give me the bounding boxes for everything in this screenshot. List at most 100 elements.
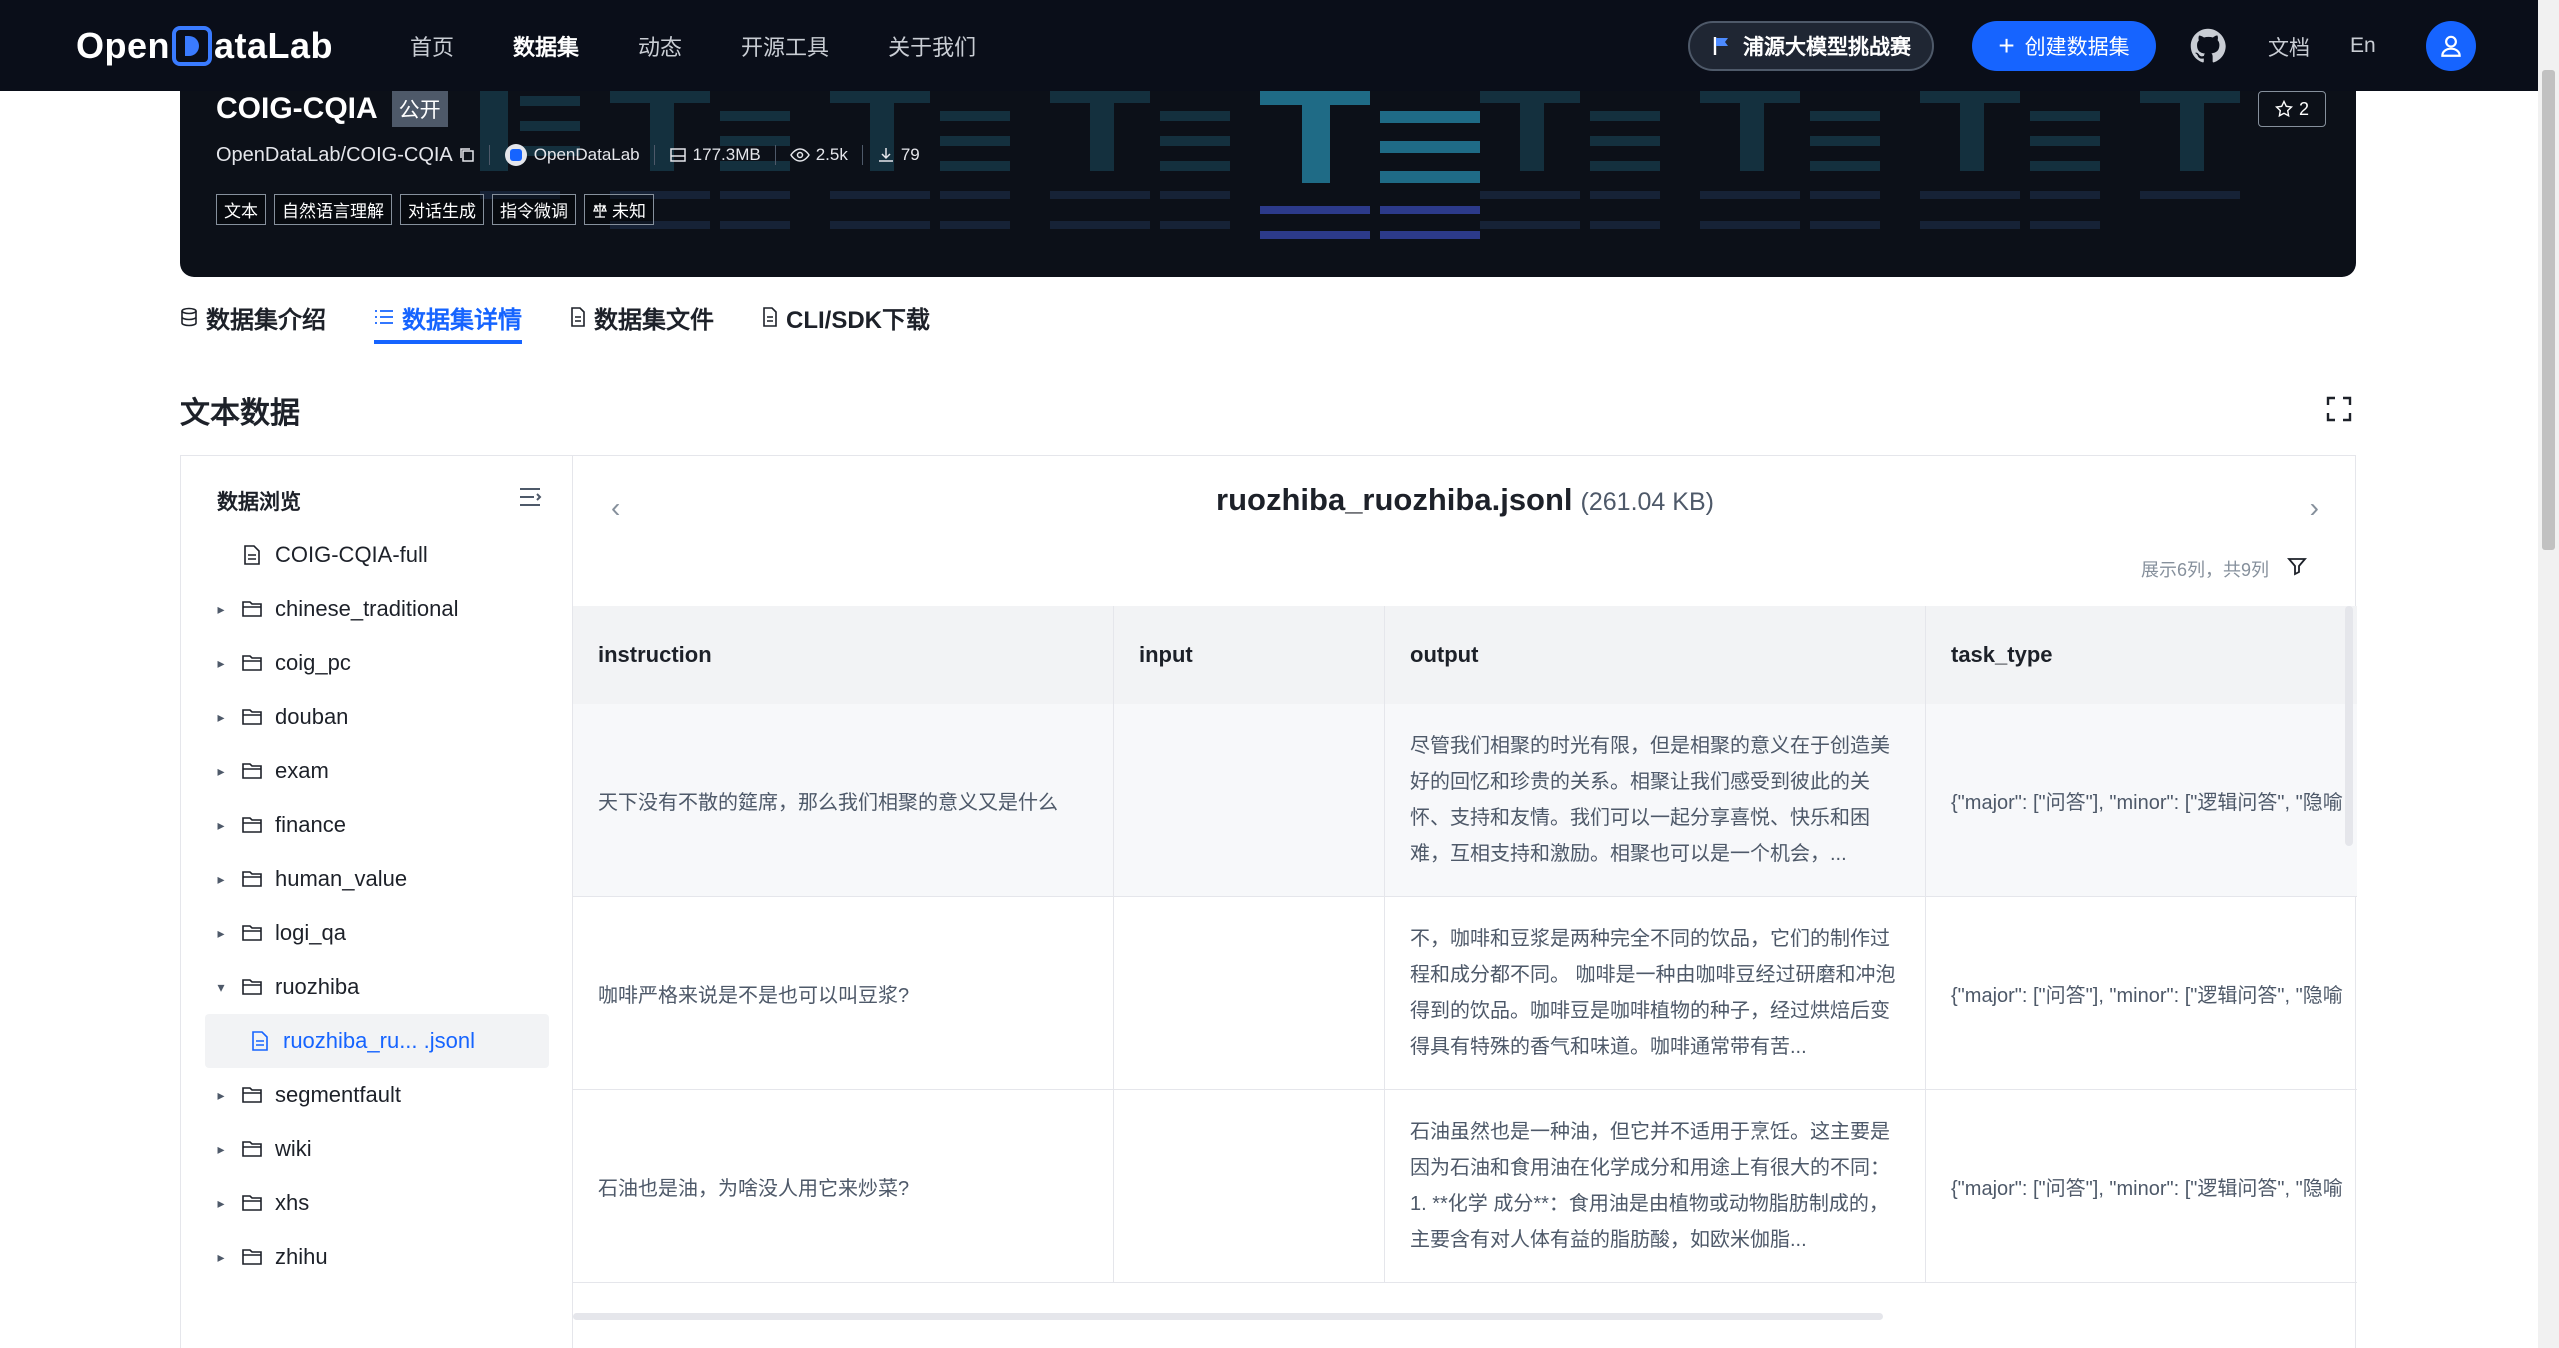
nav-item-home[interactable]: 首页 xyxy=(410,30,454,62)
caret-right-icon[interactable]: ▸ xyxy=(209,1087,233,1104)
tag[interactable]: 文本 xyxy=(216,194,266,225)
tree-item-douban[interactable]: ▸ douban xyxy=(205,690,549,744)
download-count: 79 xyxy=(877,145,920,165)
user-avatar[interactable] xyxy=(2426,21,2476,71)
tree-item-coig-cqia-full[interactable]: COIG-CQIA-full xyxy=(205,528,549,582)
tree-item-segmentfault[interactable]: ▸ segmentfault xyxy=(205,1068,549,1122)
page-scrollbar[interactable] xyxy=(2538,0,2559,1348)
language-switch[interactable]: En xyxy=(2350,34,2376,58)
create-dataset-button[interactable]: + 创建数据集 xyxy=(1972,21,2156,71)
tree-item-coig-pc[interactable]: ▸ coig_pc xyxy=(205,636,549,690)
tree-item-label: wiki xyxy=(275,1136,312,1161)
collapse-menu-icon[interactable] xyxy=(518,486,542,508)
challenge-button[interactable]: 浦源大模型挑战赛 xyxy=(1688,21,1934,71)
tab-details[interactable]: 数据集详情 xyxy=(374,292,522,344)
tab-cli-sdk[interactable]: CLI/SDK下载 xyxy=(762,292,930,342)
nav-item-tools[interactable]: 开源工具 xyxy=(741,30,829,62)
tree-item-xhs[interactable]: ▸ xhs xyxy=(205,1176,549,1230)
cell-output: 尽管我们相聚的时光有限，但是相聚的意义在于创造美好的回忆和珍贵的关系。相聚让我们… xyxy=(1385,704,1926,896)
star-button[interactable]: 2 xyxy=(2258,91,2326,127)
caret-right-icon[interactable]: ▸ xyxy=(209,1141,233,1158)
caret-right-icon[interactable]: ▸ xyxy=(209,871,233,888)
caret-right-icon[interactable]: ▸ xyxy=(209,601,233,618)
table-horizontal-scrollbar[interactable] xyxy=(573,1311,2357,1321)
repo-path-text: OpenDataLab/COIG-CQIA xyxy=(216,143,453,166)
caret-right-icon[interactable]: ▸ xyxy=(209,655,233,672)
hero-background-pattern xyxy=(480,91,2240,239)
page-scrollbar-thumb[interactable] xyxy=(2542,70,2555,550)
nav-docs-link[interactable]: 文档 xyxy=(2268,32,2310,62)
dataset-tabs: 数据集介绍 数据集详情 数据集文件 CLI/SDK下载 xyxy=(180,292,978,352)
logo[interactable]: Open ataLab xyxy=(76,24,333,68)
table-row[interactable]: 石油也是油，为啥没人用它来炒菜? 石油虽然也是一种油，但它并不适用于烹饪。这主要… xyxy=(573,1090,2357,1283)
tag[interactable]: 自然语言理解 xyxy=(274,194,392,225)
tab-intro[interactable]: 数据集介绍 xyxy=(180,292,326,342)
folder-icon xyxy=(242,1087,262,1103)
nav-item-about[interactable]: 关于我们 xyxy=(888,30,976,62)
org-name: OpenDataLab xyxy=(533,145,640,164)
filter-icon[interactable] xyxy=(2287,556,2307,576)
tree-item-human-value[interactable]: ▸ human_value xyxy=(205,852,549,906)
repo-path: OpenDataLab/COIG-CQIA xyxy=(216,144,475,167)
scrollbar-thumb[interactable] xyxy=(573,1313,1883,1320)
challenge-label: 浦源大模型挑战赛 xyxy=(1743,36,1911,59)
copy-icon[interactable] xyxy=(459,147,475,163)
top-nav: Open ataLab 首页 数据集 动态 开源工具 关于我们 浦源大模型挑战赛… xyxy=(0,0,2538,91)
tag[interactable]: 指令微调 xyxy=(492,194,576,225)
tag[interactable]: 对话生成 xyxy=(400,194,484,225)
tree-item-label: exam xyxy=(275,758,329,783)
nav-item-news[interactable]: 动态 xyxy=(638,30,682,62)
org-logo-icon xyxy=(504,144,527,166)
caret-right-icon[interactable]: ▸ xyxy=(209,763,233,780)
file-icon xyxy=(571,307,585,327)
tree-item-ruozhiba-ru-jsonl[interactable]: ruozhiba_ru... .jsonl xyxy=(205,1014,549,1068)
column-header-output[interactable]: output xyxy=(1385,606,1926,704)
github-icon[interactable] xyxy=(2190,28,2226,64)
cell-output-text: 不，咖啡和豆浆是两种完全不同的饮品，它们的制作过程和成分都不同。 咖啡是一种由咖… xyxy=(1410,928,1896,1058)
tree-item-chinese-traditional[interactable]: ▸ chinese_traditional xyxy=(205,582,549,636)
list-icon xyxy=(375,310,393,324)
caret-right-icon[interactable]: ▸ xyxy=(209,925,233,942)
dataset-size: 177.3MB xyxy=(669,145,761,165)
caret-right-icon[interactable]: ▸ xyxy=(209,1249,233,1266)
nav-item-datasets[interactable]: 数据集 xyxy=(513,30,579,62)
table-vertical-scrollbar[interactable] xyxy=(2345,606,2353,846)
caret-down-icon[interactable]: ▾ xyxy=(209,979,233,996)
logo-text-left: Open xyxy=(76,25,171,66)
tree-item-logi-qa[interactable]: ▸ logi_qa xyxy=(205,906,549,960)
table-row[interactable]: 咖啡严格来说是不是也可以叫豆浆? 不，咖啡和豆浆是两种完全不同的饮品，它们的制作… xyxy=(573,897,2357,1090)
meta-divider xyxy=(774,145,776,165)
fullscreen-icon[interactable] xyxy=(2326,396,2352,422)
folder-icon xyxy=(242,1249,262,1265)
column-header-input[interactable]: input xyxy=(1114,606,1385,704)
tree-item-ruozhiba[interactable]: ▾ ruozhiba xyxy=(205,960,549,1014)
meta-divider xyxy=(653,145,655,165)
caret-right-icon[interactable]: ▸ xyxy=(209,1195,233,1212)
tag-list: 文本 自然语言理解 对话生成 指令微调 未知 xyxy=(216,194,654,225)
tree-item-wiki[interactable]: ▸ wiki xyxy=(205,1122,549,1176)
tree-item-zhihu[interactable]: ▸ zhihu xyxy=(205,1230,549,1284)
license-tag[interactable]: 未知 xyxy=(584,194,654,225)
column-header-task-type[interactable]: task_type xyxy=(1926,606,2357,704)
tab-files[interactable]: 数据集文件 xyxy=(570,292,714,342)
caret-right-icon[interactable]: ▸ xyxy=(209,817,233,834)
org-link[interactable]: OpenDataLab xyxy=(504,143,640,167)
folder-icon xyxy=(242,817,262,833)
plus-icon: + xyxy=(1998,30,2015,61)
cell-input xyxy=(1114,704,1385,896)
tree-item-finance[interactable]: ▸ finance xyxy=(205,798,549,852)
column-header-instruction[interactable]: instruction xyxy=(573,606,1114,704)
data-browser-sidebar: 数据浏览 COIG-CQIA-full ▸ chinese_traditional ▸… xyxy=(181,456,573,1348)
file-viewer: ‹ ruozhiba_ruozhiba.jsonl (261.04 KB) › 展… xyxy=(573,456,2357,1348)
next-file-arrow-icon[interactable]: › xyxy=(2310,492,2319,524)
cell-instruction: 天下没有不散的筵席，那么我们相聚的意义又是什么 xyxy=(573,704,1114,896)
dataset-size-text: 177.3MB xyxy=(692,145,761,164)
meta-divider xyxy=(861,145,863,165)
table-row[interactable]: 天下没有不散的筵席，那么我们相聚的意义又是什么 尽管我们相聚的时光有限，但是相聚… xyxy=(573,704,2357,897)
sidebar-title: 数据浏览 xyxy=(217,491,301,514)
caret-right-icon[interactable]: ▸ xyxy=(209,709,233,726)
folder-icon xyxy=(242,1141,262,1157)
folder-icon xyxy=(242,925,262,941)
tree-item-exam[interactable]: ▸ exam xyxy=(205,744,549,798)
file-tree: COIG-CQIA-full ▸ chinese_traditional ▸ coig_… xyxy=(205,528,549,1284)
